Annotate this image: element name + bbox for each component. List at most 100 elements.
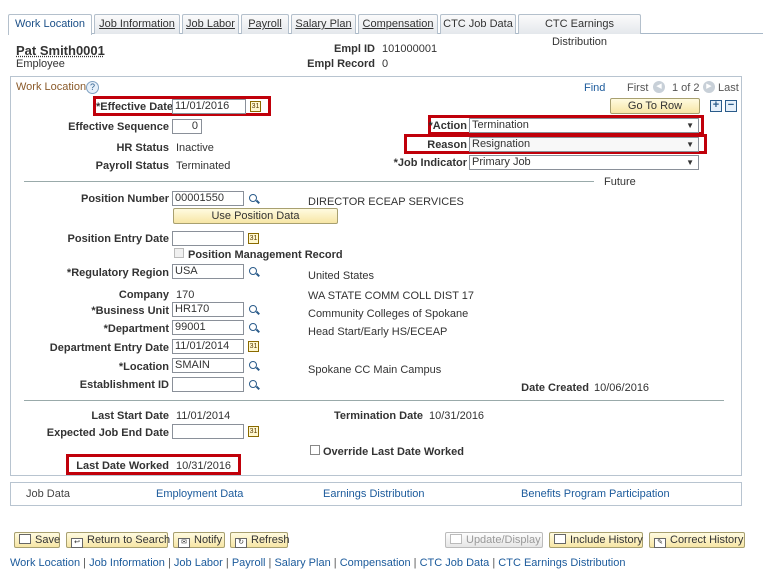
use-position-data-button[interactable]: Use Position Data [173, 208, 338, 224]
effective-date-input[interactable]: 11/01/2016 [172, 99, 246, 114]
tab-salary-plan-label: Salary Plan [295, 18, 352, 30]
include-history-icon [554, 534, 566, 544]
earnings-distribution-link[interactable]: Earnings Distribution [323, 488, 425, 500]
tab-ctc-earnings-distribution[interactable]: CTC Earnings Distribution [518, 14, 641, 48]
footer-link-salary-plan[interactable]: Salary Plan [274, 557, 330, 569]
notify-button[interactable]: ✉ Notify [173, 532, 225, 548]
tab-payroll[interactable]: Payroll [241, 14, 289, 34]
pager-count: 1 of 2 [672, 82, 700, 94]
expected-job-end-date-label: Expected Job End Date [46, 427, 169, 439]
position-number-lookup-icon[interactable] [248, 193, 260, 205]
help-icon[interactable]: ? [86, 81, 99, 94]
chevron-down-icon: ▼ [686, 121, 694, 130]
tab-payroll-label: Payroll [248, 18, 282, 30]
footer-link-ctc-job-data[interactable]: CTC Job Data [420, 557, 490, 569]
department-lookup-icon[interactable] [248, 322, 260, 334]
first-label: First [627, 82, 649, 94]
employee-name: Pat Smith0001 [16, 43, 105, 58]
last-date-worked-label: Last Date Worked [76, 460, 169, 472]
go-to-row-button[interactable]: Go To Row [610, 98, 700, 114]
footer-link-job-labor[interactable]: Job Labor [174, 557, 223, 569]
department-entry-date-input[interactable]: 11/01/2014 [172, 339, 244, 354]
job-indicator-select[interactable]: Primary Job ▼ [469, 155, 699, 170]
location-input[interactable]: SMAIN [172, 358, 244, 373]
position-number-label: Position Number [80, 193, 169, 205]
company-value: 170 [176, 289, 195, 301]
company-label: Company [118, 289, 169, 301]
action-select[interactable]: Termination ▼ [469, 118, 699, 133]
tab-ctc-job-data[interactable]: CTC Job Data [440, 14, 516, 34]
prev-row-icon[interactable]: ◀ [653, 81, 665, 93]
footer-link-ctc-earnings-distribution[interactable]: CTC Earnings Distribution [498, 557, 625, 569]
department-entry-date-calendar-icon[interactable]: 31 [248, 341, 259, 352]
correct-history-icon: ✎ [654, 538, 666, 548]
tab-job-labor[interactable]: Job Labor [182, 14, 239, 34]
next-row-icon[interactable]: ▶ [703, 81, 715, 93]
job-data-label: Job Data [26, 488, 71, 500]
establishment-id-input[interactable] [172, 377, 244, 392]
position-number-input[interactable]: 00001550 [172, 191, 244, 206]
refresh-button[interactable]: ↻ Refresh [230, 532, 290, 548]
footer-link-payroll[interactable]: Payroll [232, 557, 266, 569]
regulatory-region-input[interactable]: USA [172, 264, 244, 279]
department-label: *Department [103, 323, 169, 335]
location-lookup-icon[interactable] [248, 360, 260, 372]
hr-status-value: Inactive [176, 142, 214, 154]
regulatory-region-description: United States [308, 270, 375, 282]
tab-salary-plan[interactable]: Salary Plan [291, 14, 356, 34]
expected-job-end-date-calendar-icon[interactable]: 31 [248, 426, 259, 437]
company-description: WA STATE COMM COLL DIST 17 [308, 290, 475, 302]
department-entry-date-label: Department Entry Date [49, 342, 169, 354]
department-description: Head Start/Early HS/ECEAP [308, 326, 448, 338]
delete-row-icon[interactable]: − [725, 100, 737, 112]
return-to-search-button[interactable]: ↩ Return to Search [66, 532, 170, 548]
reason-select[interactable]: Resignation ▼ [469, 137, 699, 152]
payroll-status-label: Payroll Status [95, 160, 169, 172]
last-start-date-value: 11/01/2014 [176, 410, 231, 422]
establishment-id-lookup-icon[interactable] [248, 379, 260, 391]
footer-link-work-location[interactable]: Work Location [10, 557, 80, 569]
update-display-button[interactable]: Update/Display [445, 532, 543, 548]
position-entry-date-calendar-icon[interactable]: 31 [248, 233, 259, 244]
regulatory-region-lookup-icon[interactable] [248, 266, 260, 278]
position-entry-date-label: Position Entry Date [67, 233, 169, 245]
tab-work-location[interactable]: Work Location [8, 14, 92, 35]
return-icon: ↩ [71, 538, 83, 548]
regulatory-region-label: *Regulatory Region [66, 267, 169, 279]
notify-icon: ✉ [178, 538, 190, 548]
refresh-label: Refresh [251, 534, 290, 546]
divider [24, 181, 594, 182]
correct-history-label: Correct History [670, 534, 744, 546]
correct-history-button[interactable]: ✎ Correct History [649, 532, 745, 548]
override-last-date-worked-checkbox[interactable] [310, 445, 320, 455]
establishment-id-label: Establishment ID [79, 379, 169, 391]
position-description: DIRECTOR ECEAP SERVICES [308, 196, 464, 208]
department-input[interactable]: 99001 [172, 320, 244, 335]
business-unit-input[interactable]: HR170 [172, 302, 244, 317]
tab-compensation[interactable]: Compensation [358, 14, 438, 34]
divider [24, 400, 724, 401]
employment-data-link[interactable]: Employment Data [156, 488, 243, 500]
include-history-button[interactable]: Include History [549, 532, 643, 548]
empl-id-label: Empl ID [334, 43, 375, 55]
tab-job-information[interactable]: Job Information [94, 14, 180, 34]
future-label: Future [604, 176, 636, 188]
footer-link-compensation[interactable]: Compensation [340, 557, 411, 569]
expected-job-end-date-input[interactable] [172, 424, 244, 439]
benefits-program-participation-link[interactable]: Benefits Program Participation [521, 488, 670, 500]
chevron-down-icon: ▼ [686, 140, 694, 149]
notify-label: Notify [194, 534, 223, 546]
position-management-record-checkbox [174, 248, 184, 258]
empl-record-label: Empl Record [307, 58, 375, 70]
section-title: Work Location [16, 81, 87, 93]
add-row-icon[interactable]: + [710, 100, 722, 112]
empl-record-value: 0 [382, 58, 389, 70]
employee-role: Employee [16, 58, 65, 70]
position-entry-date-input[interactable] [172, 231, 244, 246]
footer-link-job-information[interactable]: Job Information [89, 557, 165, 569]
effective-sequence-input[interactable]: 0 [172, 119, 202, 134]
effective-date-calendar-icon[interactable]: 31 [250, 101, 261, 112]
save-button[interactable]: Save [14, 532, 60, 548]
find-link[interactable]: Find [584, 82, 605, 94]
business-unit-lookup-icon[interactable] [248, 304, 260, 316]
